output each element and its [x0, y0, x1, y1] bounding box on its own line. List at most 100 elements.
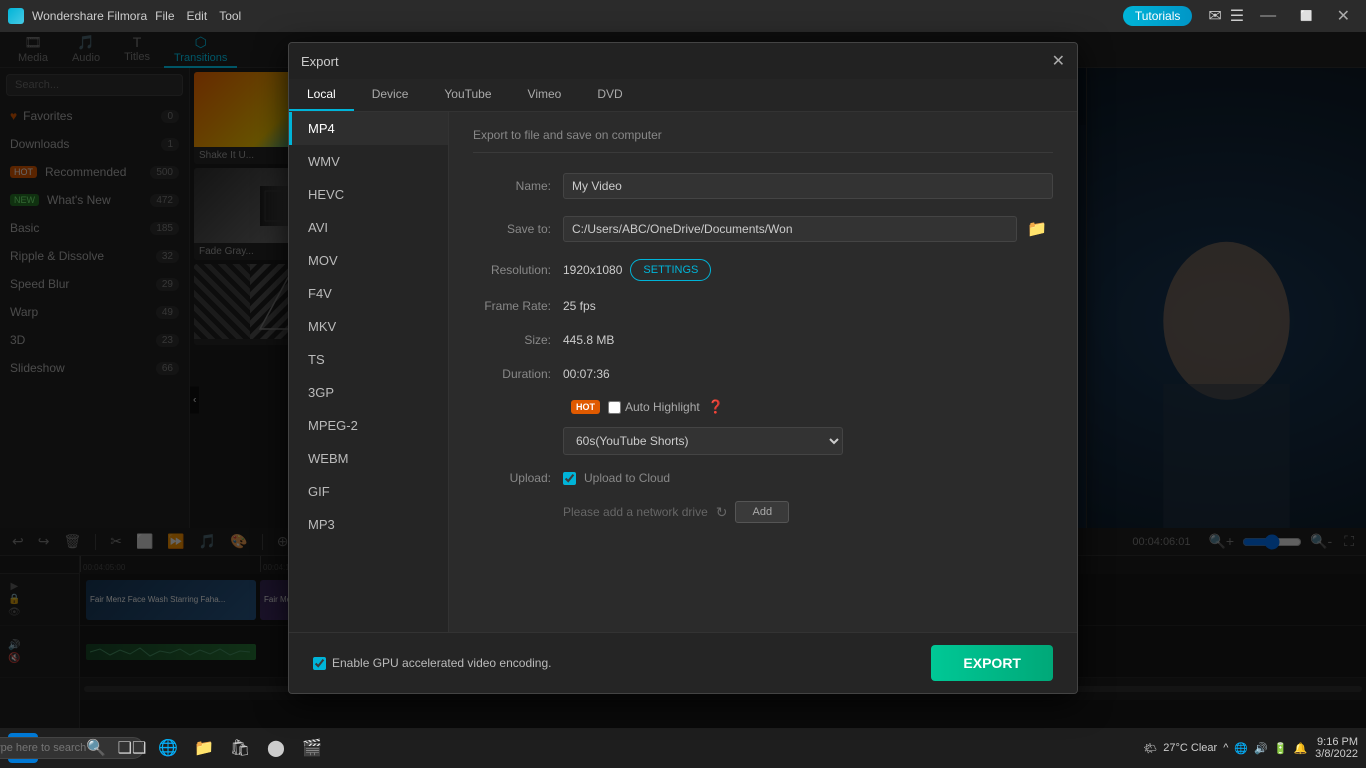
field-value-duration: 00:07:36: [563, 365, 1053, 383]
field-label-frame-rate: Frame Rate:: [473, 299, 563, 313]
gpu-check-label[interactable]: Enable GPU accelerated video encoding.: [313, 656, 551, 670]
field-row-size: Size: 445.8 MB: [473, 331, 1053, 349]
menu-icon[interactable]: ☰: [1230, 6, 1244, 26]
field-value-upload: Upload to Cloud: [563, 471, 1053, 485]
format-avi[interactable]: AVI: [289, 211, 448, 244]
upload-cloud-label: Upload to Cloud: [584, 471, 670, 485]
format-mkv[interactable]: MKV: [289, 310, 448, 343]
dialog-overlay: Export ✕ Local Device YouTube Vimeo DVD …: [0, 32, 1366, 728]
format-gif[interactable]: GIF: [289, 475, 448, 508]
title-bar: Wondershare Filmora File Edit Tool Tutor…: [0, 0, 1366, 32]
auto-highlight-row: HOT Auto Highlight ❓: [473, 399, 1053, 415]
field-row-frame-rate: Frame Rate: 25 fps: [473, 297, 1053, 315]
format-mp4[interactable]: MP4: [289, 112, 448, 145]
format-mov[interactable]: MOV: [289, 244, 448, 277]
taskbar-edge[interactable]: 🌐: [154, 734, 182, 762]
settings-button[interactable]: SETTINGS: [630, 259, 711, 281]
shorts-dropdown[interactable]: 60s(YouTube Shorts) 30s(YouTube Shorts) …: [563, 427, 843, 455]
field-label-size: Size:: [473, 333, 563, 347]
auto-highlight-checkbox[interactable]: [608, 401, 621, 414]
taskbar-search-icon[interactable]: 🔍: [82, 734, 110, 762]
field-row-duration: Duration: 00:07:36: [473, 365, 1053, 383]
dialog-footer: Enable GPU accelerated video encoding. E…: [289, 632, 1077, 693]
weather-text: 27°C Clear: [1163, 742, 1217, 754]
taskbar-files[interactable]: 📁: [190, 734, 218, 762]
title-bar-menu: File Edit Tool: [155, 9, 241, 23]
export-button[interactable]: EXPORT: [931, 645, 1053, 681]
field-row-upload: Upload: Upload to Cloud: [473, 471, 1053, 485]
dialog-titlebar: Export ✕: [289, 43, 1077, 79]
taskbar-filmora[interactable]: 🎬: [298, 734, 326, 762]
dialog-tab-local[interactable]: Local: [289, 79, 354, 111]
name-input[interactable]: [563, 173, 1053, 199]
add-network-btn[interactable]: Add: [735, 501, 789, 523]
app-name: Wondershare Filmora: [32, 9, 147, 23]
network-icon[interactable]: 🌐: [1234, 742, 1248, 755]
app-logo: [8, 8, 24, 24]
dialog-tab-dvd[interactable]: DVD: [579, 79, 640, 111]
field-label-upload: Upload:: [473, 471, 563, 485]
taskbar-store[interactable]: 🛍: [226, 734, 254, 762]
gpu-checkbox[interactable]: [313, 657, 326, 670]
speaker-icon[interactable]: 🔊: [1254, 742, 1268, 755]
search-taskbar[interactable]: [46, 734, 74, 762]
dialog-tabs: Local Device YouTube Vimeo DVD: [289, 79, 1077, 112]
field-value-size: 445.8 MB: [563, 331, 1053, 349]
maximize-btn[interactable]: ⬜: [1292, 9, 1320, 24]
export-settings: Export to file and save on computer Name…: [449, 112, 1077, 632]
field-row-save-to: Save to: 📁: [473, 215, 1053, 243]
format-ts[interactable]: TS: [289, 343, 448, 376]
field-label-save-to: Save to:: [473, 222, 563, 236]
close-btn[interactable]: ✕: [1329, 4, 1358, 28]
format-mp3[interactable]: MP3: [289, 508, 448, 541]
menu-tool[interactable]: Tool: [219, 9, 241, 23]
format-list: MP4 WMV HEVC AVI MOV F4V MKV TS 3GP MPEG…: [289, 112, 449, 632]
title-bar-left: Wondershare Filmora File Edit Tool: [8, 8, 241, 24]
field-value-frame-rate: 25 fps: [563, 297, 1053, 315]
upload-cloud-checkbox[interactable]: [563, 472, 576, 485]
format-webm[interactable]: WEBM: [289, 442, 448, 475]
help-icon[interactable]: ❓: [708, 399, 724, 415]
size-value: 445.8 MB: [563, 333, 614, 347]
browse-folder-btn[interactable]: 📁: [1021, 215, 1053, 243]
chevron-up-icon[interactable]: ^: [1223, 742, 1228, 754]
format-f4v[interactable]: F4V: [289, 277, 448, 310]
field-label-resolution: Resolution:: [473, 263, 563, 277]
save-path-input[interactable]: [563, 216, 1017, 242]
menu-edit[interactable]: Edit: [187, 9, 208, 23]
export-subtitle: Export to file and save on computer: [473, 128, 1053, 153]
field-row-shorts: 60s(YouTube Shorts) 30s(YouTube Shorts) …: [473, 427, 1053, 455]
minimize-btn[interactable]: —: [1252, 5, 1284, 27]
notification-icon[interactable]: ✉: [1208, 6, 1221, 26]
field-value-resolution: 1920x1080 SETTINGS: [563, 259, 1053, 281]
format-hevc[interactable]: HEVC: [289, 178, 448, 211]
format-3gp[interactable]: 3GP: [289, 376, 448, 409]
weather-icon: 🌤: [1143, 742, 1157, 755]
menu-file[interactable]: File: [155, 9, 174, 23]
dialog-title: Export: [301, 54, 339, 69]
tutorials-button[interactable]: Tutorials: [1123, 6, 1193, 26]
taskbar-task-view[interactable]: ❑❑: [118, 734, 146, 762]
refresh-btn[interactable]: ↻: [716, 504, 728, 521]
network-drive-text: Please add a network drive: [563, 505, 708, 519]
dialog-tab-vimeo[interactable]: Vimeo: [510, 79, 580, 111]
notifications-icon[interactable]: 🔔: [1293, 742, 1307, 755]
resolution-value: 1920x1080: [563, 263, 622, 277]
clock-date: 3/8/2022: [1315, 748, 1358, 760]
taskbar-left: ⊞ 🔍 ❑❑ 🌐 📁 🛍 ⬤ 🎬: [8, 733, 326, 763]
time-display: 9:16 PM 3/8/2022: [1315, 736, 1358, 760]
dialog-tab-youtube[interactable]: YouTube: [426, 79, 509, 111]
taskbar-chrome[interactable]: ⬤: [262, 734, 290, 762]
duration-value: 00:07:36: [563, 367, 610, 381]
format-mpeg2[interactable]: MPEG-2: [289, 409, 448, 442]
dialog-close-btn[interactable]: ✕: [1052, 51, 1065, 71]
dialog-body: MP4 WMV HEVC AVI MOV F4V MKV TS 3GP MPEG…: [289, 112, 1077, 632]
format-wmv[interactable]: WMV: [289, 145, 448, 178]
auto-highlight-label[interactable]: Auto Highlight: [608, 400, 700, 414]
frame-rate-value: 25 fps: [563, 299, 596, 313]
taskbar-right: 🌤 27°C Clear ^ 🌐 🔊 🔋 🔔 9:16 PM 3/8/2022: [1143, 736, 1358, 760]
field-value-name: [563, 173, 1053, 199]
field-row-resolution: Resolution: 1920x1080 SETTINGS: [473, 259, 1053, 281]
export-dialog: Export ✕ Local Device YouTube Vimeo DVD …: [288, 42, 1078, 694]
dialog-tab-device[interactable]: Device: [354, 79, 427, 111]
